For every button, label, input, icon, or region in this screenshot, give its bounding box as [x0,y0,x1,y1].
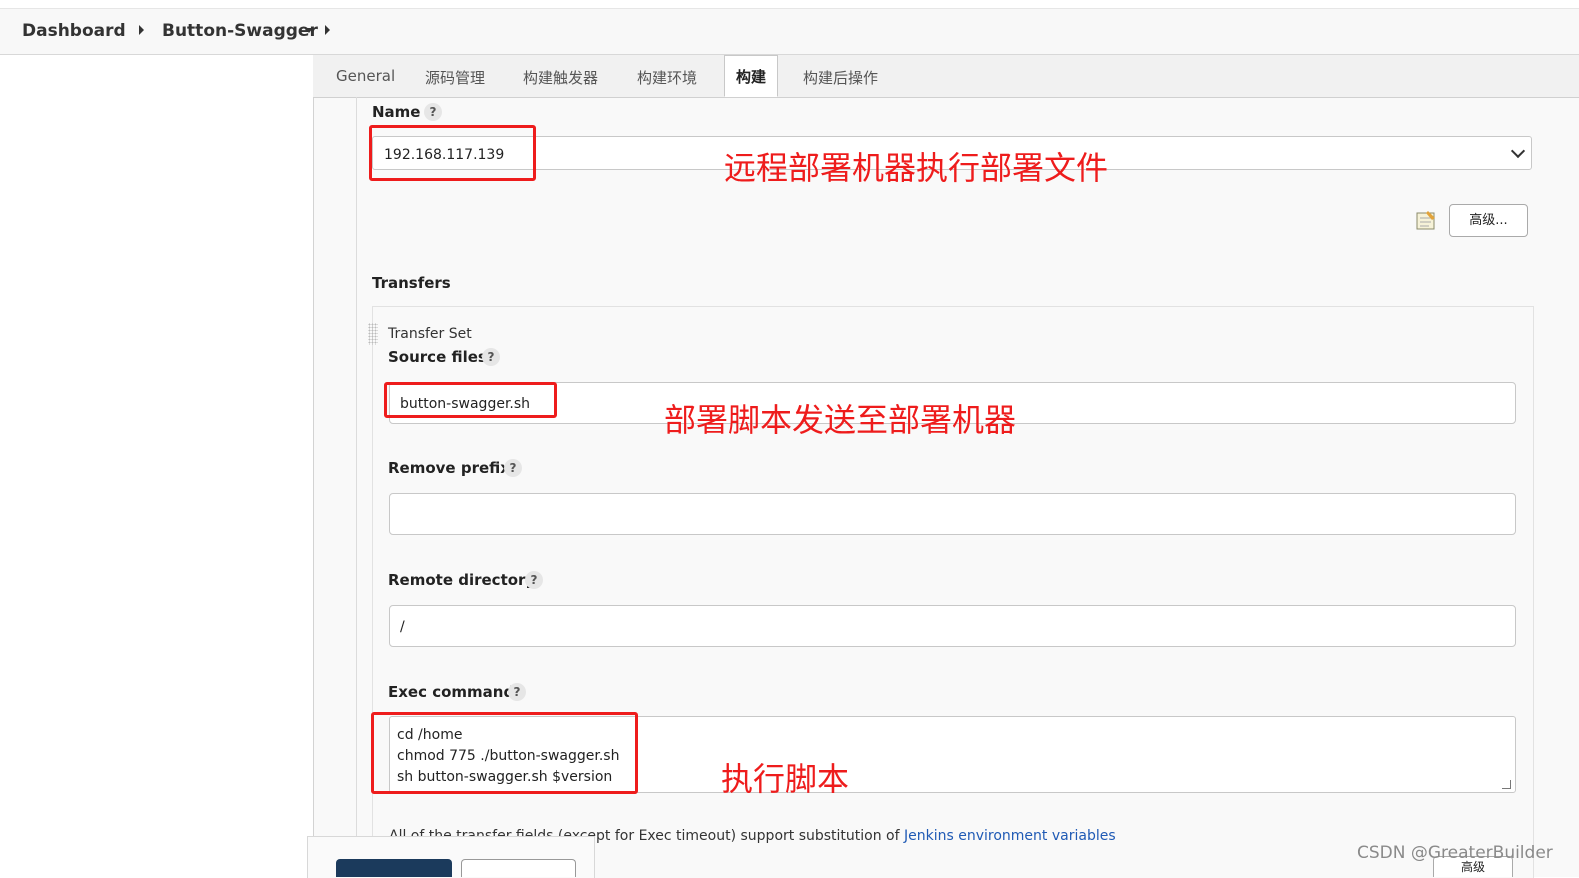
source-files-label: Source files [388,348,487,366]
remove-prefix-label: Remove prefix [388,459,510,477]
breadcrumb-separator-icon[interactable] [325,25,330,35]
watermark: CSDN @GreaterBuilder [1357,843,1553,863]
section-divider [356,97,357,877]
tab-build[interactable]: 构建 [724,55,779,97]
remote-directory-label: Remote directory [388,571,536,589]
exec-command-label: Exec command [388,683,515,701]
tab-source-control[interactable]: 源码管理 [425,67,485,88]
breadcrumb-project[interactable]: Button-Swagger [162,21,318,41]
annotation-box-exec [371,712,638,794]
tab-build-environment[interactable]: 构建环境 [637,67,697,88]
notepad-icon[interactable] [1415,209,1437,231]
annotation-remote-exec: 远程部署机器执行部署文件 [724,149,1109,187]
help-icon[interactable]: ? [525,571,543,589]
tab-post-build[interactable]: 构建后操作 [803,67,878,88]
annotation-send-script: 部署脚本发送至部署机器 [664,401,1017,439]
breadcrumb-dashboard[interactable]: Dashboard [22,21,126,41]
remote-directory-input[interactable]: / [389,605,1516,647]
top-strip [0,0,1579,9]
transfer-set-label: Transfer Set [388,326,472,342]
name-label: Name [372,103,421,121]
annotation-box-server [369,125,536,181]
config-tabs: General 源码管理 构建触发器 构建环境 构建 构建后操作 [313,55,1579,98]
annotation-exec-script: 执行脚本 [721,760,850,798]
advanced-button[interactable]: 高级... [1449,204,1528,237]
jenkins-env-vars-link[interactable]: Jenkins environment variables [904,828,1116,844]
resize-handle-icon[interactable] [1502,780,1511,789]
tab-build-triggers[interactable]: 构建触发器 [523,67,598,88]
breadcrumb: Dashboard Button-Swagger [0,9,1579,55]
apply-button[interactable] [461,859,576,877]
chevron-down-icon[interactable] [305,28,313,33]
annotation-box-source [384,382,557,418]
chevron-down-icon [1510,143,1526,159]
help-icon[interactable]: ? [504,459,522,477]
breadcrumb-separator-icon[interactable] [139,25,144,35]
remote-directory-value: / [400,619,405,635]
transfers-heading: Transfers [372,274,451,292]
help-icon[interactable]: ? [482,348,500,366]
remove-prefix-input[interactable] [389,493,1516,535]
drag-handle[interactable] [368,323,378,345]
help-icon[interactable]: ? [424,103,442,121]
save-button[interactable] [336,859,452,877]
tab-general[interactable]: General [336,67,395,85]
help-icon[interactable]: ? [508,683,526,701]
